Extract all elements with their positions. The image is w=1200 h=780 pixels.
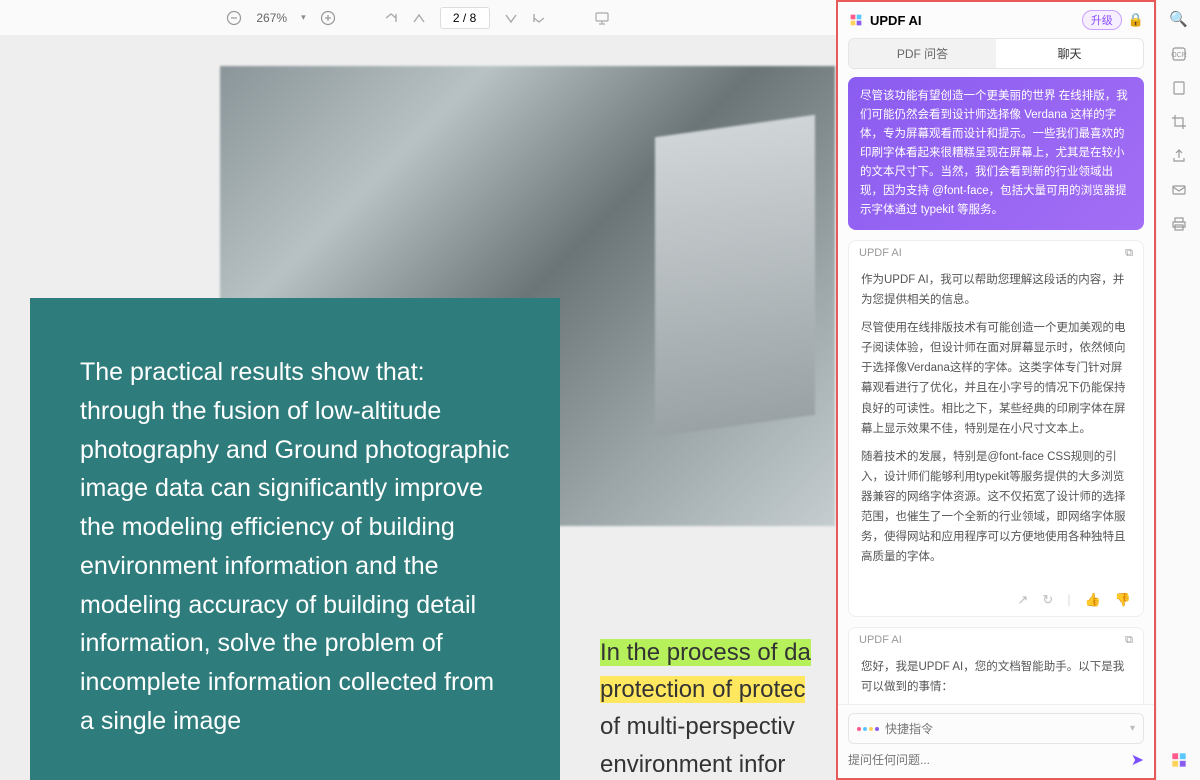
ai-message: UPDF AI ⧉ 您好，我是UPDF AI，您的文档智能助手。以下是我可以做到… <box>848 627 1144 704</box>
message-sender: UPDF AI <box>859 247 902 259</box>
last-page-button[interactable] <box>532 11 546 25</box>
ocr-icon[interactable]: OCR <box>1171 46 1187 62</box>
copy-icon[interactable]: ⧉ <box>1125 247 1133 260</box>
ai-message-list[interactable]: 尽管该功能有望创造一个更美丽的世界 在线排版，我们可能仍然会看到设计师选择像 V… <box>838 77 1154 704</box>
share-icon[interactable]: ↗ <box>1017 592 1028 608</box>
send-button[interactable]: ➤ <box>1131 750 1144 770</box>
ai-panel-header: UPDF AI 升级 🔒 <box>838 2 1154 38</box>
zoom-out-button[interactable] <box>226 10 242 26</box>
search-icon[interactable]: 🔍 <box>1169 10 1188 28</box>
page-number-input[interactable] <box>440 7 490 29</box>
teal-paragraph: The practical results show that: through… <box>80 353 510 741</box>
upgrade-button[interactable]: 升级 <box>1082 10 1122 30</box>
print-icon[interactable] <box>1171 216 1187 232</box>
right-tool-rail: 🔍 OCR <box>1156 0 1200 780</box>
presentation-button[interactable] <box>594 10 610 26</box>
user-prompt-card: 尽管该功能有望创造一个更美丽的世界 在线排版，我们可能仍然会看到设计师选择像 V… <box>848 77 1144 230</box>
zoom-level[interactable]: 267% <box>256 11 287 25</box>
zoom-in-button[interactable] <box>320 10 336 26</box>
document-viewport[interactable]: The practical results show that: through… <box>0 36 836 780</box>
lock-icon[interactable]: 🔒 <box>1128 12 1144 28</box>
zoom-dropdown-icon[interactable]: ▾ <box>301 12 306 23</box>
ai-message: UPDF AI ⧉ 作为UPDF AI，我可以帮助您理解这段话的内容，并为您提供… <box>848 240 1144 617</box>
highlighted-text-yellow: protection of protec <box>600 676 805 703</box>
message-actions: ↗ ↻ | 👍 👎 <box>849 586 1143 616</box>
chevron-down-icon: ▾ <box>1130 723 1135 734</box>
message-sender: UPDF AI <box>859 634 902 646</box>
tab-chat[interactable]: 聊天 <box>996 39 1143 68</box>
ai-input-area: 快捷指令 ▾ ➤ <box>838 704 1154 778</box>
highlighted-text-green: In the process of da <box>600 639 811 666</box>
crop-icon[interactable] <box>1171 114 1187 130</box>
share-icon[interactable] <box>1171 148 1187 164</box>
updf-logo-icon <box>848 12 864 28</box>
right-column-text: In the process of da protection of prote… <box>600 634 836 780</box>
thumbs-up-icon[interactable]: 👍 <box>1085 592 1101 608</box>
copy-icon[interactable]: ⧉ <box>1125 634 1133 647</box>
quick-command-icon <box>857 727 879 731</box>
teal-text-box: The practical results show that: through… <box>30 298 560 780</box>
updf-ai-rail-icon[interactable] <box>1169 750 1189 770</box>
ask-input[interactable] <box>848 753 1125 767</box>
refresh-icon[interactable]: ↻ <box>1042 592 1053 608</box>
svg-text:OCR: OCR <box>1171 52 1187 59</box>
next-page-button[interactable] <box>504 11 518 25</box>
ai-tabs: PDF 问答 聊天 <box>848 38 1144 69</box>
ai-side-panel: UPDF AI 升级 🔒 PDF 问答 聊天 尽管该功能有望创造一个更美丽的世界… <box>836 0 1156 780</box>
thumbs-down-icon[interactable]: 👎 <box>1115 592 1131 608</box>
page-icon[interactable] <box>1171 80 1187 96</box>
ai-panel-title: UPDF AI <box>870 13 1076 28</box>
prev-page-button[interactable] <box>412 11 426 25</box>
quick-command-button[interactable]: 快捷指令 ▾ <box>848 713 1144 744</box>
mail-icon[interactable] <box>1171 182 1187 198</box>
pdf-toolbar: 267% ▾ <box>0 0 836 36</box>
first-page-button[interactable] <box>384 11 398 25</box>
tab-pdf-qa[interactable]: PDF 问答 <box>849 39 996 68</box>
